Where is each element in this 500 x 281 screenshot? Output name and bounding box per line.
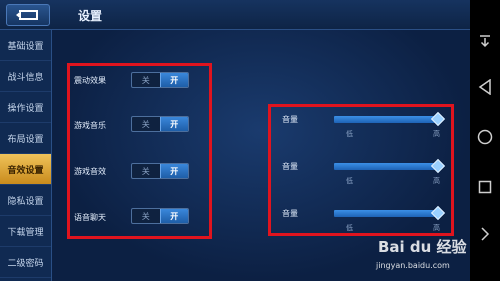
volume-high-tick: 高 [433, 130, 440, 138]
collapse-down-icon [480, 35, 490, 48]
toggle-label-voice-chat: 语音聊天 [74, 213, 106, 222]
toggle-label-vibration: 震动效果 [74, 76, 106, 85]
sidebar-item-controls[interactable]: 操作设置 [0, 92, 51, 123]
nav-recents-button[interactable] [470, 162, 500, 212]
toggle-off-option[interactable]: 关 [132, 73, 160, 87]
sidebar-item-basic[interactable]: 基础设置 [0, 30, 51, 61]
triangle-back-icon [478, 79, 491, 95]
nav-home-button[interactable] [470, 112, 500, 162]
page-title: 设置 [78, 9, 103, 23]
back-button[interactable] [6, 4, 50, 26]
toggle-off-option[interactable]: 关 [132, 164, 160, 178]
volume-high-tick: 高 [433, 177, 440, 185]
sidebar-item-sound[interactable]: 音效设置 [0, 154, 51, 185]
sidebar-item-downloads[interactable]: 下载管理 [0, 216, 51, 247]
volume-slider-voice[interactable] [334, 210, 438, 217]
toggle-on-option[interactable]: 开 [159, 164, 188, 178]
chevron-right-icon [481, 227, 490, 241]
square-recents-icon [478, 180, 492, 194]
system-nav-bar [470, 0, 500, 281]
volume-high-tick: 高 [433, 224, 440, 232]
volume-slider-sfx[interactable] [334, 163, 438, 170]
sfx-toggle[interactable]: 关 开 [131, 163, 189, 179]
vibration-toggle[interactable]: 关 开 [131, 72, 189, 88]
baidu-watermark: Bai du 经验 [378, 238, 467, 256]
toggle-off-option[interactable]: 关 [132, 117, 160, 131]
toggle-off-option[interactable]: 关 [132, 209, 160, 223]
nav-next-button[interactable] [470, 212, 500, 256]
top-bar: 设置 [0, 0, 470, 30]
toggle-label-music: 游戏音乐 [74, 121, 106, 130]
toggle-on-option[interactable]: 开 [159, 209, 188, 223]
toggle-on-option[interactable]: 开 [159, 73, 188, 87]
toggle-label-sfx: 游戏音效 [74, 167, 106, 176]
volume-low-tick: 低 [346, 177, 353, 185]
collapse-button[interactable] [470, 0, 500, 62]
volume-label-voice: 音量 [282, 209, 298, 218]
toggle-on-option[interactable]: 开 [159, 117, 188, 131]
sidebar-item-privacy[interactable]: 隐私设置 [0, 185, 51, 216]
volume-slider-music[interactable] [334, 116, 438, 123]
sidebar-item-battle-info[interactable]: 战斗信息 [0, 61, 51, 92]
volume-low-tick: 低 [346, 130, 353, 138]
back-arrow-icon [16, 10, 38, 20]
sidebar-item-password[interactable]: 二级密码 [0, 247, 51, 278]
sidebar-item-layout[interactable]: 布局设置 [0, 123, 51, 154]
nav-back-button[interactable] [470, 62, 500, 112]
circle-home-icon [477, 129, 493, 145]
sidebar: 基础设置 战斗信息 操作设置 布局设置 音效设置 隐私设置 下载管理 二级密码 [0, 30, 52, 281]
volume-label-sfx: 音量 [282, 162, 298, 171]
watermark-url: jingyan.baidu.com [376, 261, 450, 270]
volume-low-tick: 低 [346, 224, 353, 232]
music-toggle[interactable]: 关 开 [131, 116, 189, 132]
voice-chat-toggle[interactable]: 关 开 [131, 208, 189, 224]
volume-label-music: 音量 [282, 115, 298, 124]
